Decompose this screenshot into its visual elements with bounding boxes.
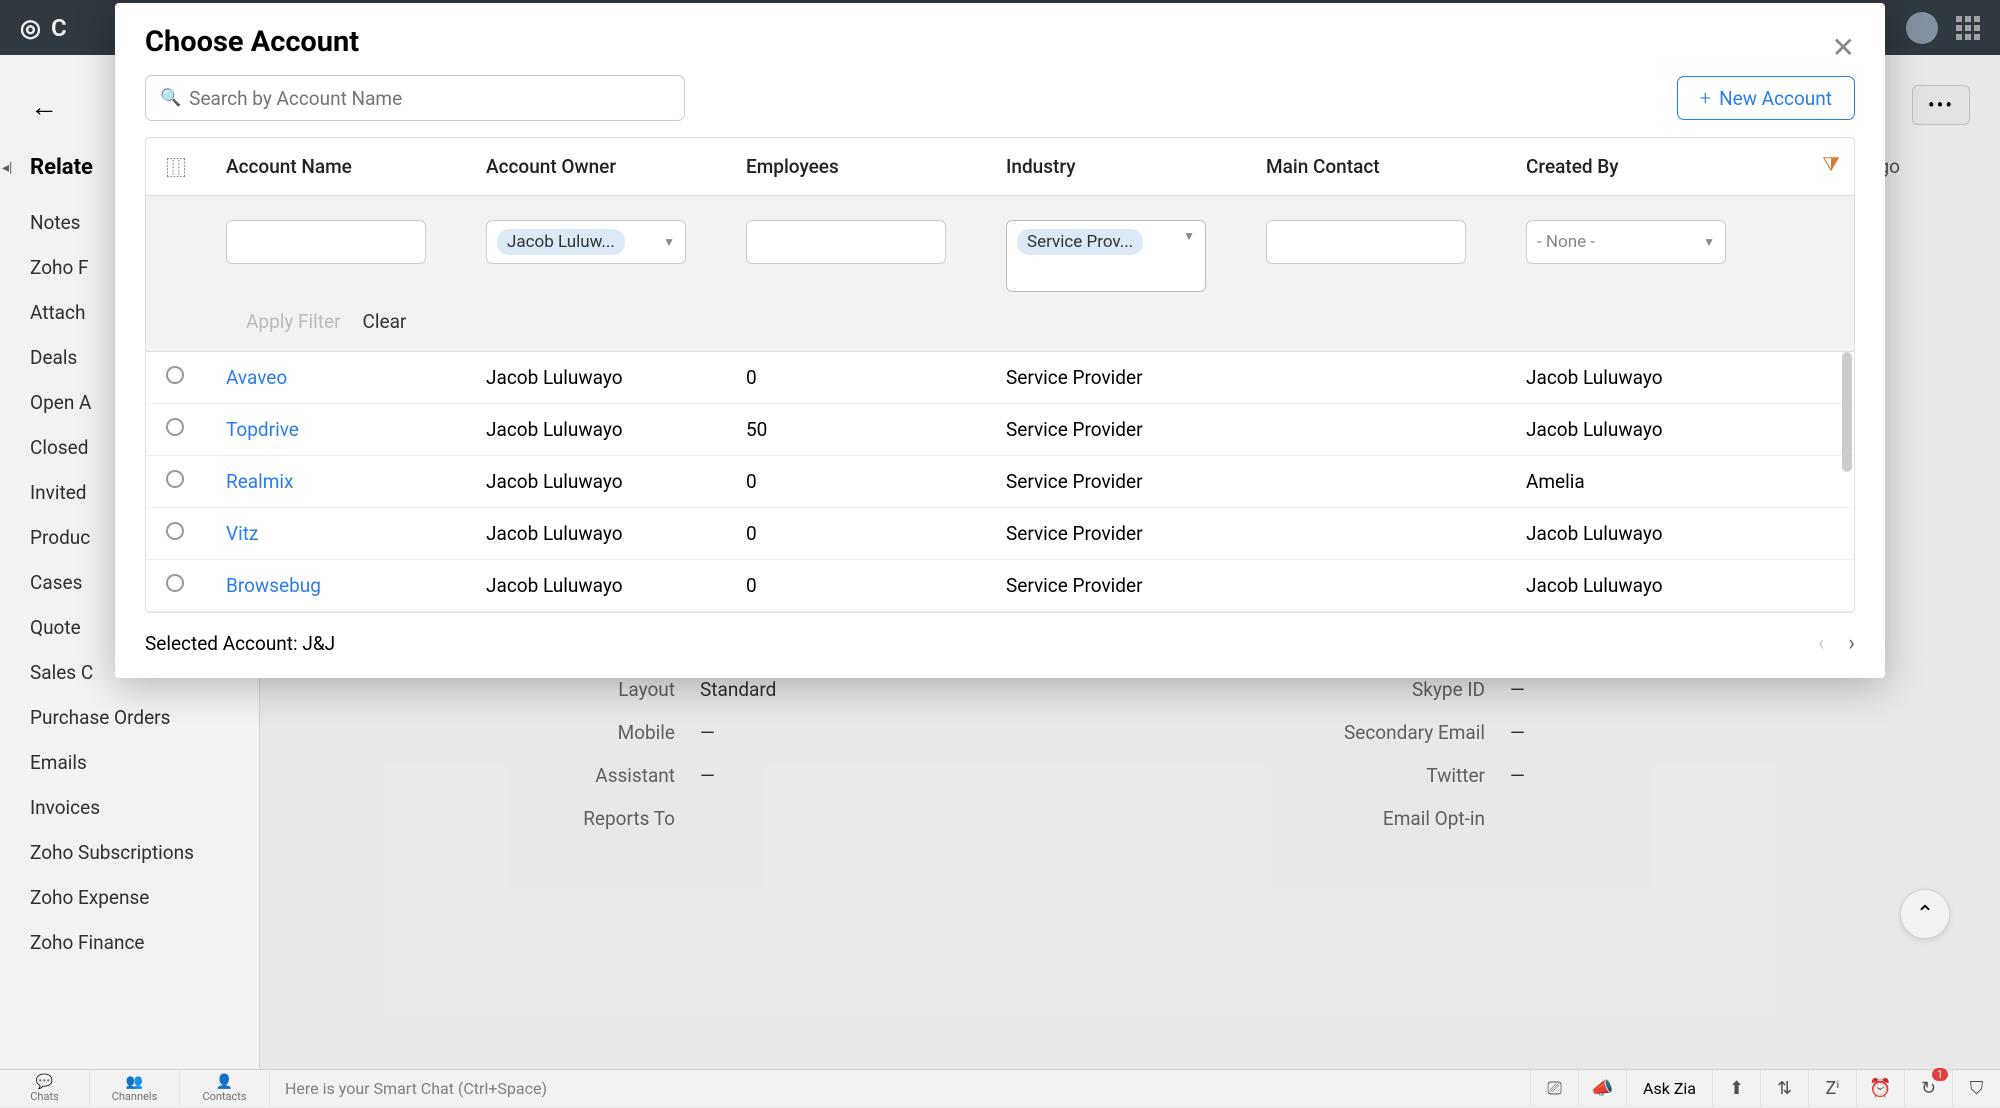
cell-created: Jacob Luluwayo — [1526, 522, 1726, 545]
account-link[interactable]: Vitz — [226, 522, 258, 545]
cell-owner: Jacob Luluwayo — [486, 574, 746, 597]
col-header-owner[interactable]: Account Owner — [486, 155, 746, 178]
pager-next-icon[interactable]: › — [1848, 631, 1855, 656]
close-icon[interactable]: ✕ — [1832, 31, 1855, 64]
apply-filter-button[interactable]: Apply Filter — [246, 310, 341, 333]
chevron-down-icon: ▼ — [663, 235, 675, 249]
clear-filter-button[interactable]: Clear — [363, 310, 407, 333]
cell-created: Jacob Luluwayo — [1526, 366, 1726, 389]
filter-row: Jacob Luluw... ▼ Service Prov... ▼ — [146, 196, 1854, 352]
pager-prev-icon[interactable]: ‹ — [1818, 631, 1825, 656]
table-row[interactable]: Topdrive Jacob Luluwayo 50 Service Provi… — [146, 404, 1854, 456]
cell-employees: 50 — [746, 418, 1006, 441]
choose-account-modal: ✕ Choose Account 🔍 + New Account ⿲ Accou… — [115, 3, 1885, 678]
modal-overlay: ✕ Choose Account 🔍 + New Account ⿲ Accou… — [0, 0, 2000, 1107]
radio-icon[interactable] — [166, 574, 184, 592]
owner-chip: Jacob Luluw... — [497, 229, 625, 255]
cell-created: Jacob Luluwayo — [1526, 418, 1726, 441]
cell-owner: Jacob Luluwayo — [486, 366, 746, 389]
cell-industry: Service Provider — [1006, 522, 1266, 545]
cell-industry: Service Provider — [1006, 366, 1266, 389]
cell-created: Jacob Luluwayo — [1526, 574, 1726, 597]
cell-owner: Jacob Luluwayo — [486, 470, 746, 493]
createdby-none: - None - — [1537, 232, 1595, 252]
filter-employees-input[interactable] — [746, 220, 946, 264]
cell-industry: Service Provider — [1006, 418, 1266, 441]
table-row[interactable]: Browsebug Jacob Luluwayo 0 Service Provi… — [146, 560, 1854, 612]
search-icon: 🔍 — [160, 88, 181, 108]
cell-owner: Jacob Luluwayo — [486, 522, 746, 545]
filter-createdby-select[interactable]: - None - ▼ — [1526, 220, 1726, 264]
filter-name-input[interactable] — [226, 220, 426, 264]
col-header-name[interactable]: Account Name — [226, 155, 486, 178]
cell-employees: 0 — [746, 366, 1006, 389]
cell-industry: Service Provider — [1006, 574, 1266, 597]
new-account-label: New Account — [1719, 87, 1832, 110]
filter-owner-select[interactable]: Jacob Luluw... ▼ — [486, 220, 686, 264]
filter-contact-input[interactable] — [1266, 220, 1466, 264]
radio-icon[interactable] — [166, 522, 184, 540]
cell-owner: Jacob Luluwayo — [486, 418, 746, 441]
plus-icon: + — [1700, 86, 1711, 110]
radio-icon[interactable] — [166, 366, 184, 384]
scrollbar-thumb[interactable] — [1842, 352, 1852, 472]
accounts-table: ⿲ Account Name Account Owner Employees I… — [145, 137, 1855, 613]
account-link[interactable]: Browsebug — [226, 574, 321, 597]
new-account-button[interactable]: + New Account — [1677, 76, 1855, 120]
col-header-created[interactable]: Created By — [1526, 155, 1726, 178]
table-row[interactable]: Vitz Jacob Luluwayo 0 Service Provider J… — [146, 508, 1854, 560]
account-link[interactable]: Avaveo — [226, 366, 287, 389]
col-header-industry[interactable]: Industry — [1006, 155, 1266, 178]
industry-chip: Service Prov... — [1017, 229, 1143, 255]
cell-created: Amelia — [1526, 470, 1726, 493]
cell-industry: Service Provider — [1006, 470, 1266, 493]
chevron-down-icon: ▼ — [1183, 229, 1195, 243]
cell-employees: 0 — [746, 574, 1006, 597]
radio-icon[interactable] — [166, 418, 184, 436]
filter-icon[interactable]: ⧩ — [1822, 152, 1840, 176]
col-header-contact[interactable]: Main Contact — [1266, 155, 1526, 178]
table-header-row: ⿲ Account Name Account Owner Employees I… — [146, 138, 1854, 196]
search-input-wrapper[interactable]: 🔍 — [145, 75, 685, 121]
chevron-down-icon: ▼ — [1703, 235, 1715, 249]
selected-account-text: Selected Account: J&J — [145, 632, 335, 655]
radio-icon[interactable] — [166, 470, 184, 488]
table-body: Avaveo Jacob Luluwayo 0 Service Provider… — [146, 352, 1854, 612]
col-header-employees[interactable]: Employees — [746, 155, 1006, 178]
cell-employees: 0 — [746, 470, 1006, 493]
search-input[interactable] — [189, 87, 670, 110]
table-row[interactable]: Avaveo Jacob Luluwayo 0 Service Provider… — [146, 352, 1854, 404]
account-link[interactable]: Topdrive — [226, 418, 299, 441]
modal-title: Choose Account — [145, 25, 1855, 59]
column-layout-icon[interactable]: ⿲ — [166, 156, 186, 180]
account-link[interactable]: Realmix — [226, 470, 293, 493]
table-row[interactable]: Realmix Jacob Luluwayo 0 Service Provide… — [146, 456, 1854, 508]
cell-employees: 0 — [746, 522, 1006, 545]
filter-industry-select[interactable]: Service Prov... ▼ — [1006, 220, 1206, 292]
